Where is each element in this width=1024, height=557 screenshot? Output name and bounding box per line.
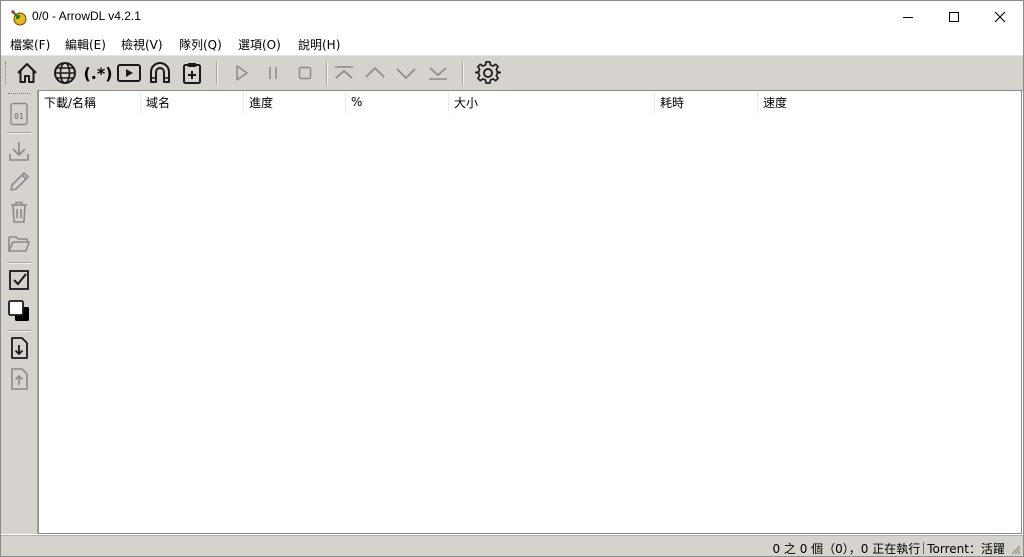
download-button[interactable]	[6, 138, 32, 164]
arrowdl-logo-icon	[10, 8, 28, 26]
column-header-percent[interactable]: %	[346, 91, 449, 113]
import-file-icon	[11, 337, 28, 359]
toolbar-grip[interactable]	[5, 62, 8, 84]
trash-icon	[11, 201, 27, 223]
edit-button[interactable]	[6, 169, 32, 195]
menu-queue[interactable]: 隊列(Q)	[179, 36, 222, 53]
home-icon	[17, 63, 37, 83]
info-binary-text: 01	[14, 112, 24, 121]
add-stream-button[interactable]	[115, 59, 143, 87]
invert-selection-button[interactable]	[6, 298, 32, 324]
menu-options[interactable]: 選項(O)	[238, 36, 281, 53]
select-all-button[interactable]	[6, 267, 32, 293]
column-header-size[interactable]: 大小	[449, 91, 655, 113]
menu-help[interactable]: 說明(H)	[298, 36, 340, 53]
pause-button[interactable]	[259, 59, 287, 87]
close-icon	[994, 11, 1006, 22]
move-down-button[interactable]	[392, 59, 420, 87]
remove-button[interactable]	[6, 199, 32, 225]
move-to-bottom-button[interactable]	[424, 59, 452, 87]
add-urls-button[interactable]	[51, 59, 79, 87]
pause-icon	[269, 67, 277, 79]
toolbar-separator	[216, 61, 218, 85]
main-toolbar: (.*)	[1, 55, 1023, 91]
regex-add-button[interactable]: (.*)	[83, 59, 113, 87]
status-text: 0 之 0 個（0），0 正在執行 Torrent：活躍	[772, 540, 1005, 556]
maximize-icon	[949, 11, 959, 22]
title-bar[interactable]: 0/0 - ArrowDL v4.2.1	[1, 1, 1023, 32]
info-binary-icon: 01	[10, 102, 28, 126]
menu-view[interactable]: 檢視(V)	[121, 36, 163, 53]
resize-grip-icon[interactable]	[1011, 545, 1021, 555]
import-button[interactable]	[6, 335, 32, 361]
move-down-icon	[396, 68, 416, 80]
move-up-button[interactable]	[361, 59, 389, 87]
window-title: 0/0 - ArrowDL v4.2.1	[32, 9, 141, 23]
open-folder-icon	[8, 236, 30, 252]
menu-edit[interactable]: 編輯(E)	[65, 36, 106, 53]
download-icon	[9, 142, 29, 161]
side-separator	[7, 132, 31, 134]
open-directory-button[interactable]	[6, 230, 32, 256]
clipboard-add-icon	[183, 63, 201, 84]
maximize-button[interactable]	[931, 1, 977, 32]
status-download-count: 0 之 0 個（0），0 正在執行	[772, 542, 921, 556]
minimize-button[interactable]	[885, 1, 931, 32]
side-separator	[7, 262, 31, 264]
column-header-domain[interactable]: 域名	[141, 91, 244, 113]
regex-icon: (.*)	[83, 63, 113, 83]
toolbar-separator	[326, 61, 328, 85]
home-button[interactable]	[13, 59, 41, 87]
settings-gear-icon	[475, 61, 501, 84]
resume-button[interactable]	[227, 59, 255, 87]
invert-selection-icon	[8, 300, 29, 321]
globe-icon	[54, 62, 76, 84]
cancel-button[interactable]	[291, 59, 319, 87]
column-header-name[interactable]: 下載/名稱	[39, 91, 141, 113]
move-up-icon	[365, 66, 385, 78]
edit-pencil-icon	[10, 172, 29, 191]
add-from-clipboard-button[interactable]	[178, 59, 206, 87]
select-all-checkbox-icon	[9, 270, 29, 290]
stream-play-icon	[117, 64, 141, 82]
app-window: 0/0 - ArrowDL v4.2.1 檔案(F) 編輯(E) 檢視(V) 隊…	[0, 0, 1024, 557]
preferences-button[interactable]	[474, 59, 502, 87]
column-header-progress[interactable]: 進度	[244, 91, 346, 113]
download-list[interactable]: 下載/名稱 域名 進度 % 大小 耗時 速度	[38, 90, 1022, 534]
side-separator	[7, 330, 31, 332]
info-button[interactable]: 01	[6, 101, 32, 127]
column-header-elapsed[interactable]: 耗時	[655, 91, 758, 113]
toolbar-separator	[462, 61, 464, 85]
menu-file[interactable]: 檔案(F)	[10, 36, 50, 53]
close-button[interactable]	[977, 1, 1023, 32]
status-torrent: Torrent：活躍	[927, 542, 1005, 556]
side-toolbar: 01	[1, 90, 38, 534]
magnet-icon	[150, 62, 170, 83]
side-toolbar-grip[interactable]	[8, 93, 30, 96]
export-button[interactable]	[6, 366, 32, 392]
play-icon	[236, 65, 248, 81]
move-to-top-button[interactable]	[330, 59, 358, 87]
move-bottom-icon	[429, 67, 447, 80]
export-file-icon	[11, 368, 28, 390]
minimize-icon	[903, 16, 913, 18]
stop-icon	[298, 66, 312, 80]
status-bar: 0 之 0 個（0），0 正在執行 Torrent：活躍	[1, 535, 1023, 556]
move-top-icon	[335, 66, 353, 79]
menu-bar: 檔案(F) 編輯(E) 檢視(V) 隊列(Q) 選項(O) 說明(H)	[1, 32, 1023, 54]
column-header-speed[interactable]: 速度	[758, 91, 908, 113]
add-magnet-button[interactable]	[146, 59, 174, 87]
status-divider	[923, 542, 925, 554]
